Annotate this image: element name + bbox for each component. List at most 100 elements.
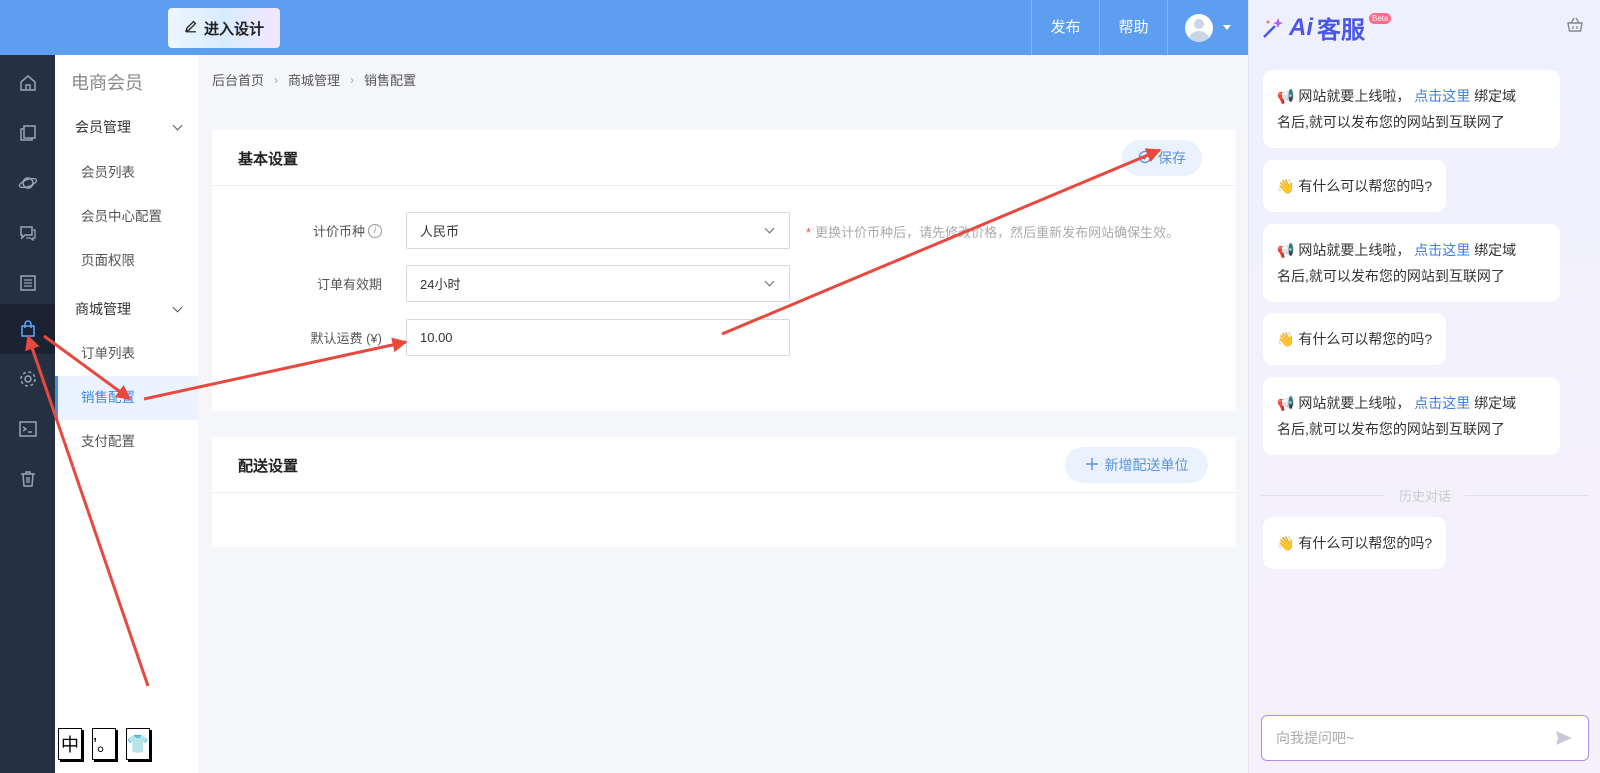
enter-design-label: 进入设计 [203,20,264,38]
basic-settings-card: 基本设置 保存 计价币种 i 人民币 * 更换计价币种后，请先修改价格，然后重新发… [212,130,1236,411]
currency-select[interactable]: 人民币 [406,212,790,249]
help-link[interactable]: 帮助 [1099,0,1167,55]
rail-chat[interactable] [0,208,55,258]
list-icon [19,275,36,291]
enter-design-button[interactable]: 进入设计 [168,8,280,48]
notice-link[interactable]: 点击这里 [1414,88,1470,104]
divider-line [1261,495,1385,496]
edit-icon [184,19,198,37]
group-shop-management[interactable]: 商城管理 [75,299,185,319]
history-divider: 历史对话 [1261,486,1590,505]
currency-value: 人民币 [420,224,460,239]
greeting-text: 有什么可以帮您的吗? [1298,178,1433,194]
group-label: 会员管理 [75,119,131,135]
rail-list[interactable] [0,258,55,308]
validity-value: 24小时 [420,277,461,292]
chat-bubble-notice: 📢 网站就要上线啦， 点击这里 绑定域 名后,就可以发布您的网站到互联网了 [1263,70,1560,148]
greeting-text: 有什么可以帮您的吗? [1298,331,1433,347]
sidebar-item-payment-config[interactable]: 支付配置 [55,420,198,464]
shopping-bag-icon [20,320,35,337]
notice-text: 网站就要上线啦， [1298,395,1411,411]
required-star: * [806,225,812,240]
terminal-icon [18,421,37,437]
rail-terminal[interactable] [0,404,55,454]
divider-line [1465,495,1590,496]
notice-text: 网站就要上线啦， [1298,242,1411,258]
user-menu[interactable] [1167,0,1248,55]
ime-lang-toggle[interactable]: 中 [58,728,82,760]
greeting-text: 有什么可以帮您的吗? [1298,535,1433,551]
notice-text: 名后,就可以发布您的网站到互联网了 [1277,421,1505,437]
chat-input[interactable]: 向我提问吧~ [1261,715,1589,761]
currency-hint-text: 更换计价币种后，请先修改价格，然后重新发布网站确保生效。 [815,225,1180,240]
sub-sidebar: 电商会员 会员管理 会员列表 会员中心配置 页面权限 商城管理 订单列表 销售配… [55,55,198,773]
rail-home[interactable] [0,58,55,108]
chat-input-placeholder: 向我提问吧~ [1276,730,1355,746]
currency-label: 计价币种 [312,224,365,239]
wave-icon: 👋 [1277,178,1295,194]
sidebar-item-member-list[interactable]: 会员列表 [55,151,198,195]
chevron-down-icon[interactable] [1223,25,1231,30]
sparkle-wand-icon [1263,17,1283,38]
chevron-down-icon [172,120,183,130]
sidebar-item-member-center[interactable]: 会员中心配置 [55,195,198,239]
card-title: 基本设置 [238,151,299,168]
breadcrumb-home[interactable]: 后台首页 [212,70,264,89]
home-icon [19,75,36,91]
group-member-management[interactable]: 会员管理 [75,117,185,137]
rail-planet[interactable] [0,158,55,208]
shipping-fee-input[interactable] [406,319,790,356]
logo-name-text: 客服 [1317,17,1365,44]
chevron-down-icon [764,276,775,287]
chat-bubble-greeting: 👋 有什么可以帮您的吗? [1263,160,1447,212]
notice-link[interactable]: 点击这里 [1414,242,1470,258]
notice-link[interactable]: 点击这里 [1414,395,1470,411]
chat-bubble-notice: 📢 网站就要上线啦， 点击这里 绑定域 名后,就可以发布您的网站到互联网了 [1263,377,1560,455]
ime-toolbar: 中 ’。 👕 [58,728,150,760]
save-button[interactable]: 保存 [1122,140,1202,176]
notice-text: 绑定域 [1470,88,1517,104]
copy-icon [19,125,36,141]
icon-rail [0,55,55,773]
delivery-settings-card: 配送设置 新增配送单位 [212,437,1236,547]
sidebar-item-order-list[interactable]: 订单列表 [55,332,198,376]
breadcrumb: 后台首页 › 商城管理 › 销售配置 [212,70,416,89]
validity-select[interactable]: 24小时 [406,265,790,302]
sidebar-item-page-permissions[interactable]: 页面权限 [55,239,198,283]
card-title: 配送设置 [238,458,299,475]
breadcrumb-shop[interactable]: 商城管理 [288,70,340,89]
save-label: 保存 [1158,150,1186,166]
notice-text: 名后,就可以发布您的网站到互联网了 [1277,114,1505,130]
validity-label: 订单有效期 [316,277,382,292]
basket-icon[interactable] [1566,16,1584,37]
wave-icon: 👋 [1277,535,1295,551]
rail-trash[interactable] [0,454,55,504]
rail-pages[interactable] [0,108,55,158]
group-label: 商城管理 [75,301,131,317]
megaphone-icon: 📢 [1277,395,1295,411]
publish-link[interactable]: 发布 [1031,0,1099,55]
planet-icon [18,177,37,189]
sidebar-item-sales-config[interactable]: 销售配置 [55,376,198,420]
chevron-down-icon [172,302,183,312]
card-header: 配送设置 新增配送单位 [212,437,1236,493]
send-icon[interactable] [1554,728,1574,751]
chat-bubble-notice: 📢 网站就要上线啦， 点击这里 绑定域 名后,就可以发布您的网站到互联网了 [1263,224,1560,302]
chat-bubble-greeting: 👋 有什么可以帮您的吗? [1263,313,1447,365]
ime-punctuation-toggle[interactable]: ’。 [92,728,116,760]
info-icon[interactable]: i [368,223,382,238]
avatar[interactable] [1185,13,1213,42]
ime-skin-icon[interactable]: 👕 [126,728,150,760]
megaphone-icon: 📢 [1277,88,1295,104]
top-bar: 进入设计 发布 帮助 [0,0,1248,55]
card-header: 基本设置 保存 [212,130,1236,186]
chat-icon [19,226,36,242]
add-delivery-unit-button[interactable]: 新增配送单位 [1065,447,1208,483]
currency-label-wrap: 计价币种 i [222,221,382,240]
notice-text: 名后,就可以发布您的网站到互联网了 [1277,268,1505,284]
subnav-title: 电商会员 [71,73,143,93]
rail-settings[interactable] [0,354,55,404]
rail-shop[interactable] [0,304,55,354]
breadcrumb-current: 销售配置 [364,73,417,88]
ai-chat-panel: Ai 客服 Beta 📢 网站就要上线啦， 点击这里 绑定域 名后,就可以发布您的… [1248,0,1600,773]
